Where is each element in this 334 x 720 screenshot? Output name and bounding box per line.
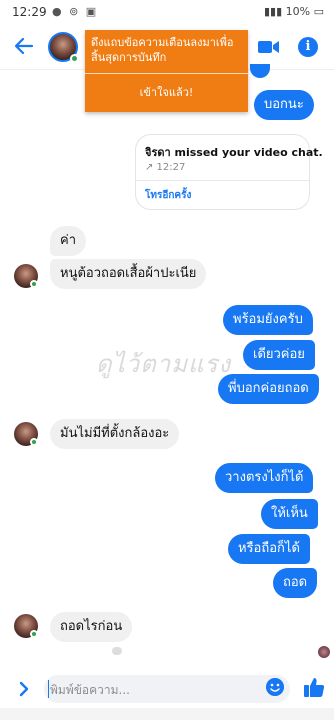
message-bubble-incoming[interactable]: ถอดไรก่อน [50, 612, 133, 642]
message-bubble-outgoing[interactable]: บอกนะ [254, 90, 314, 120]
sender-avatar[interactable] [14, 264, 42, 292]
message-composer: พิมพ์ข้อความ... [0, 670, 334, 708]
text-caret [48, 680, 49, 698]
message-bubble-outgoing[interactable]: หรือถือก็ได้ [228, 534, 310, 564]
message-bubble-outgoing[interactable]: ให้เห็น [261, 499, 318, 529]
online-status-dot [30, 630, 38, 638]
missed-call-card: จิรดา missed your video chat. ↗ 12:27 โท… [135, 134, 323, 210]
notification-icons: ● ⊚ ▣ [52, 5, 99, 18]
status-bar: 12:29 ● ⊚ ▣ ▮▮▮ 10% ▭ [0, 0, 334, 26]
message-input-placeholder: พิมพ์ข้อความ... [50, 683, 130, 697]
system-navigation-bar [0, 708, 334, 720]
toast-message: ดึงแถบข้อความเตือนลงมาเพื่อสิ้นสุดการบัน… [91, 36, 234, 64]
sender-avatar[interactable] [14, 614, 42, 642]
emoji-icon[interactable] [266, 678, 284, 696]
message-input[interactable]: พิมพ์ข้อความ... [44, 675, 290, 703]
signal-icon: ▮▮▮ [264, 5, 286, 18]
online-status-dot [30, 280, 38, 288]
online-status-dot [70, 54, 79, 63]
video-call-icon[interactable] [258, 39, 280, 55]
battery-percent: 10% [285, 5, 311, 18]
message-bubble-outgoing[interactable]: วางตรงไงก็ได้ [215, 463, 314, 493]
message-bubble-outgoing[interactable]: ถอด [273, 568, 318, 598]
missed-call-title: จิรดา missed your video chat. [145, 146, 323, 159]
online-status-dot [30, 438, 38, 446]
message-bubble-incoming[interactable]: หนูต้อวถอดเสื้อผ้าปะเนีย [50, 259, 207, 289]
status-time: 12:29 [12, 5, 47, 19]
missed-call-time: ↗ 12:27 [145, 162, 186, 173]
battery-icon: ▭ [310, 5, 324, 18]
read-receipt-avatar [318, 646, 330, 658]
message-bubble-outgoing[interactable]: พร้อมยังครับ [223, 305, 313, 335]
back-arrow-icon[interactable] [12, 34, 36, 58]
message-bubble-outgoing-partial[interactable] [250, 64, 270, 78]
missed-call-divider [136, 180, 309, 181]
recording-toast: ดึงแถบข้อความเตือนลงมาเพื่อสิ้นสุดการบัน… [85, 30, 248, 112]
battery-indicator: ▮▮▮ 10% ▭ [264, 5, 324, 18]
chevron-right-icon[interactable] [14, 679, 34, 699]
like-icon[interactable] [303, 676, 325, 698]
call-back-button[interactable]: โทรอีกครั้ง [145, 188, 191, 203]
message-bubble-incoming[interactable]: มันไม่มีที่ตั้งกล้องอะ [50, 419, 180, 449]
watermark-text: ดูไว้ตามแรง [96, 350, 232, 378]
toast-ok-button[interactable]: เข้าใจแล้ว! [85, 74, 248, 112]
message-bubble-incoming[interactable]: ค่า [50, 226, 86, 256]
sender-avatar[interactable] [14, 422, 42, 450]
message-bubble-outgoing[interactable]: เดียวค่อย [243, 340, 315, 370]
info-icon[interactable]: i [298, 37, 318, 57]
typing-indicator [112, 647, 122, 655]
message-bubble-outgoing[interactable]: พี่บอกค่อยถอด [218, 374, 319, 404]
